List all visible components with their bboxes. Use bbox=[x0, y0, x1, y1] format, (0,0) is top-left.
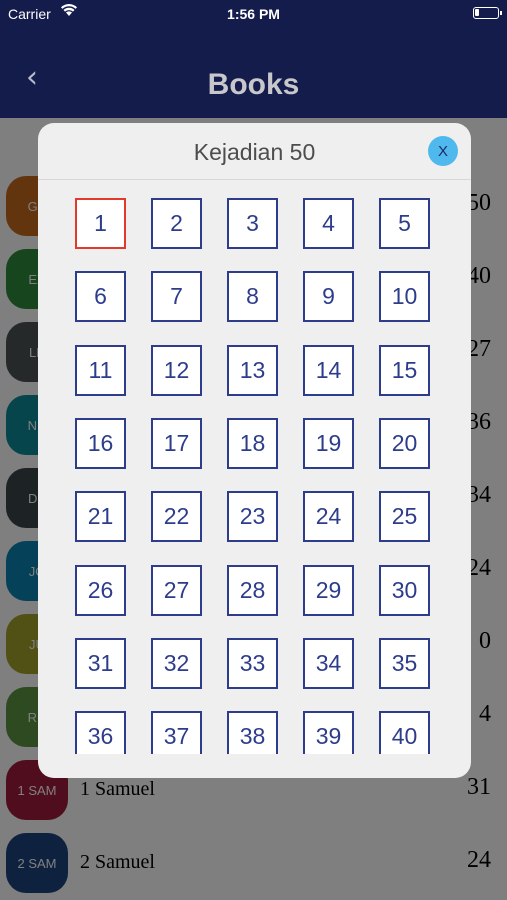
chapter-button[interactable]: 12 bbox=[151, 344, 202, 396]
chapter-button[interactable]: 30 bbox=[379, 564, 430, 616]
chapter-button[interactable]: 39 bbox=[303, 711, 354, 754]
modal-title: Kejadian 50 bbox=[193, 139, 316, 165]
page-title: Books bbox=[207, 68, 300, 101]
chapter-button[interactable]: 18 bbox=[227, 417, 278, 469]
modal-header: Kejadian 50 X bbox=[38, 123, 471, 180]
chapter-button[interactable]: 2 bbox=[151, 198, 202, 249]
status-bar: Carrier 1:56 PM bbox=[0, 0, 507, 28]
chapter-button[interactable]: 27 bbox=[151, 564, 202, 616]
chapter-button[interactable]: 14 bbox=[303, 344, 354, 396]
chapter-button[interactable]: 11 bbox=[75, 344, 126, 396]
chapter-button[interactable]: 5 bbox=[379, 198, 430, 249]
chapter-grid: 1 2 3 4 5 6 7 8 9 10 11 12 13 14 15 16 17 18 19 20 21 22 23 24 2… bbox=[38, 180, 471, 754]
chapter-button[interactable]: 3 bbox=[227, 198, 278, 249]
chapter-button[interactable]: 22 bbox=[151, 491, 202, 543]
chapter-button[interactable]: 35 bbox=[379, 637, 430, 689]
battery-icon bbox=[473, 7, 502, 19]
chapter-button[interactable]: 8 bbox=[227, 271, 278, 323]
chapter-button[interactable]: 1 bbox=[75, 198, 126, 249]
chapter-picker-modal: Kejadian 50 X 1 2 3 4 5 6 7 8 9 10 11 12 13 14 15 16 17 1… bbox=[38, 123, 471, 778]
chapter-button[interactable]: 13 bbox=[227, 344, 278, 396]
chapter-button[interactable]: 31 bbox=[75, 637, 126, 689]
chapter-button[interactable]: 40 bbox=[379, 711, 430, 754]
chapter-button[interactable]: 33 bbox=[227, 637, 278, 689]
chapter-button[interactable]: 34 bbox=[303, 637, 354, 689]
chapter-button[interactable]: 16 bbox=[75, 417, 126, 469]
chapter-button[interactable]: 7 bbox=[151, 271, 202, 323]
chapter-button[interactable]: 19 bbox=[303, 417, 354, 469]
chapter-button[interactable]: 37 bbox=[151, 711, 202, 754]
chapter-button[interactable]: 25 bbox=[379, 491, 430, 543]
chapter-button[interactable]: 38 bbox=[227, 711, 278, 754]
chapter-button[interactable]: 9 bbox=[303, 271, 354, 323]
chapter-button[interactable]: 20 bbox=[379, 417, 430, 469]
chapter-button[interactable]: 15 bbox=[379, 344, 430, 396]
chapter-button[interactable]: 17 bbox=[151, 417, 202, 469]
chapter-button[interactable]: 26 bbox=[75, 564, 126, 616]
chapter-button[interactable]: 36 bbox=[75, 711, 126, 754]
close-button[interactable]: X bbox=[428, 136, 458, 166]
chapter-button[interactable]: 23 bbox=[227, 491, 278, 543]
status-time: 1:56 PM bbox=[227, 6, 280, 22]
navigation-bar: ‹ Books bbox=[0, 28, 507, 118]
chapter-button[interactable]: 28 bbox=[227, 564, 278, 616]
chapter-button[interactable]: 10 bbox=[379, 271, 430, 323]
chapter-button[interactable]: 6 bbox=[75, 271, 126, 323]
chapter-button[interactable]: 24 bbox=[303, 491, 354, 543]
chapter-button[interactable]: 29 bbox=[303, 564, 354, 616]
chapter-button[interactable]: 21 bbox=[75, 491, 126, 543]
chapter-button[interactable]: 4 bbox=[303, 198, 354, 249]
chapter-button[interactable]: 32 bbox=[151, 637, 202, 689]
